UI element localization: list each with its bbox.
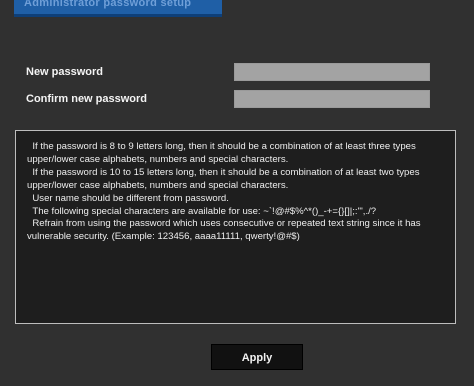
password-rule-username: User name should be different from passw… [27,192,229,204]
confirm-password-row: Confirm new password [26,90,456,110]
apply-button[interactable]: Apply [211,344,303,370]
new-password-label: New password [26,66,104,78]
password-rule-length-8-9: If the password is 8 to 9 letters long, … [27,141,419,165]
confirm-password-label: Confirm new password [26,93,148,105]
password-rule-length-10-15: If the password is 10 to 15 letters long… [27,166,423,191]
password-rules-box: If the password is 8 to 9 letters long, … [15,130,456,324]
password-rule-special-chars: The following special characters are ava… [27,205,377,217]
confirm-password-input[interactable] [234,90,430,108]
section-title: Administrator password setup [24,0,192,9]
password-rule-repeated-text: Refrain from using the password which us… [27,218,424,243]
section-title-bar: Administrator password setup [14,0,222,17]
new-password-input[interactable] [234,63,430,81]
new-password-row: New password [26,63,456,83]
